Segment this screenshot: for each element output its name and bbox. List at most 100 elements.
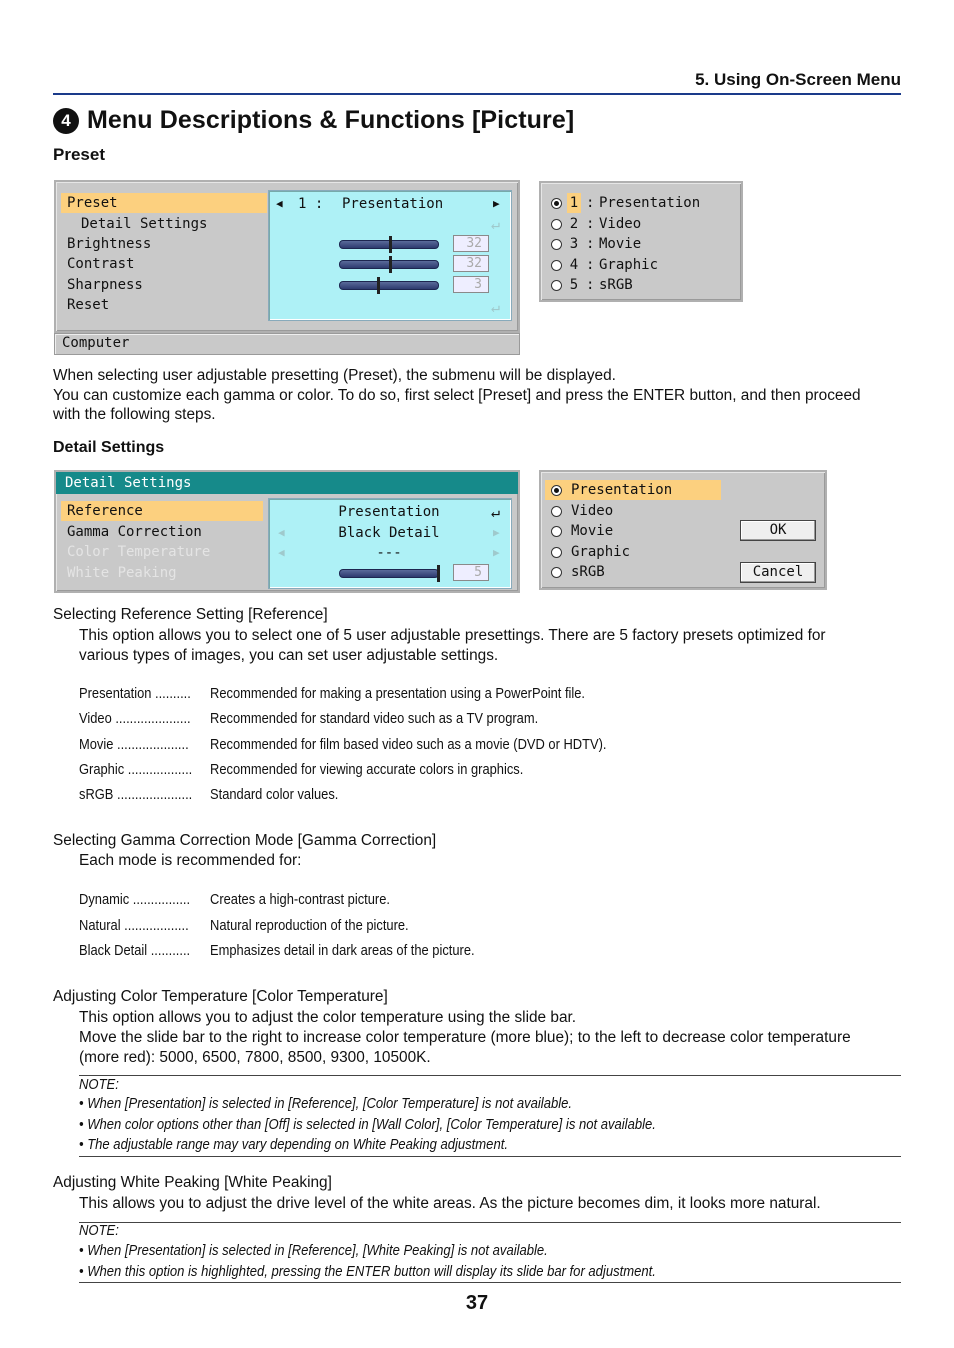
reference-option-label[interactable]: Presentation [571, 480, 672, 500]
reference-option-label[interactable]: sRGB [571, 562, 605, 582]
menu-item-sharpness[interactable]: Sharpness [61, 275, 143, 295]
note-item: • When [Presentation] is selected in [Re… [79, 1095, 572, 1112]
right-arrow-icon[interactable]: ▶ [493, 194, 500, 214]
sharpness-value: 3 [453, 276, 489, 293]
note-rule-bottom [79, 1156, 901, 1157]
radio-button[interactable] [551, 546, 562, 558]
menu-item-contrast[interactable]: Contrast [61, 254, 134, 274]
source-status-bar: Computer [54, 333, 520, 355]
slider-knob[interactable] [389, 236, 392, 253]
separator: : [586, 215, 595, 232]
slider-knob[interactable] [377, 277, 380, 294]
brightness-slider[interactable] [339, 236, 439, 253]
white-peaking-slider[interactable] [339, 565, 440, 582]
menu-item-preset[interactable]: Preset [61, 193, 267, 213]
preset-option-label[interactable]: Presentation [599, 193, 700, 213]
preset-option-label[interactable]: Video [599, 214, 641, 234]
white-peaking-note-label: NOTE: [79, 1222, 119, 1239]
reference-select-dialog: Presentation Video Movie Graphic sRGB OK Can… [539, 470, 827, 590]
definition-description: Recommended for standard video such as a… [210, 710, 539, 728]
preset-number: 4 [569, 256, 579, 273]
reference-option-label[interactable]: Graphic [571, 542, 630, 562]
menu-item-gamma-correction[interactable]: Gamma Correction [61, 522, 202, 542]
preset-para-line-3: with the following steps. [53, 406, 216, 423]
preset-option-label[interactable]: Graphic [599, 255, 658, 275]
enter-icon: ↵ [491, 298, 501, 316]
menu-item-detail-settings[interactable]: Detail Settings [61, 214, 207, 234]
brightness-value: 32 [453, 235, 489, 252]
menu-item-reset[interactable]: Reset [61, 295, 109, 315]
preset-osd-menu: Preset Detail Settings Brightness Contra… [54, 180, 520, 333]
note-item: • When this option is highlighted, press… [79, 1262, 656, 1280]
note-item: • When [Presentation] is selected in [Re… [79, 1242, 548, 1259]
preset-para-line-2: You can customize each gamma or color. T… [53, 387, 861, 404]
radio-button[interactable] [551, 218, 562, 230]
color-temperature-value: --- [376, 545, 402, 561]
title-text: Menu Descriptions & Functions [Picture] [87, 106, 575, 134]
enter-icon: ↵ [491, 215, 501, 233]
radio-button[interactable] [551, 567, 562, 578]
detail-value-panel: Presentation ↵ ◀ Black Detail ▶ ◀ --- ▶ … [268, 498, 512, 589]
detail-settings-title-bar: Detail Settings [56, 472, 518, 494]
cancel-button[interactable]: Cancel [740, 562, 816, 583]
radio-button[interactable] [551, 526, 562, 537]
white-peaking-body: This allows you to adjust the drive leve… [79, 1195, 821, 1212]
definition-term: Presentation .......... [79, 685, 191, 702]
definition-description: Recommended for viewing accurate colors … [210, 760, 524, 778]
right-arrow-icon: ▶ [493, 526, 500, 539]
sharpness-slider[interactable] [339, 277, 439, 294]
detail-settings-heading: Detail Settings [53, 439, 165, 456]
menu-item-brightness[interactable]: Brightness [61, 234, 151, 254]
white-peaking-heading: Adjusting White Peaking [White Peaking] [53, 1174, 332, 1191]
definition-description: Creates a high-contrast picture. [210, 891, 390, 908]
slider-knob[interactable] [389, 256, 392, 273]
separator: : [586, 256, 595, 273]
ok-button[interactable]: OK [740, 520, 816, 541]
definition-description: Emphasizes detail in dark areas of the p… [210, 942, 475, 959]
reference-body-line-1: This option allows you to select one of … [79, 627, 826, 644]
definition-term: Graphic .................. [79, 760, 193, 778]
definition-term: Black Detail ........... [79, 942, 191, 959]
separator: : [586, 195, 595, 211]
reference-option-label[interactable]: Movie [571, 521, 613, 541]
definition-term: Dynamic ................ [79, 891, 191, 908]
gamma-value: Black Detail [338, 525, 440, 541]
preset-number: 1 [567, 193, 581, 213]
reference-option-label[interactable]: Video [571, 501, 613, 521]
enter-icon[interactable]: ↵ [491, 502, 500, 522]
preset-option-label[interactable]: sRGB [599, 275, 633, 295]
preset-option-label[interactable]: Movie [599, 234, 641, 254]
color-temp-body-line-2: Move the slide bar to the right to incre… [79, 1029, 851, 1046]
definition-description: Standard color values. [210, 786, 339, 804]
reference-body-line-2: various types of images, you can set use… [79, 647, 499, 664]
color-temp-heading: Adjusting Color Temperature [Color Tempe… [53, 988, 388, 1005]
color-temp-body-line-3: (more red): 5000, 6500, 7800, 8500, 9300… [79, 1049, 431, 1066]
definition-term: Video ..................... [79, 710, 191, 728]
note-item: • When color options other than [Off] is… [79, 1115, 656, 1133]
slider-knob[interactable] [437, 565, 440, 582]
definition-term: sRGB ..................... [79, 786, 193, 804]
definition-description: Recommended for making a presentation us… [210, 685, 586, 702]
radio-button[interactable] [551, 280, 562, 291]
radio-button[interactable] [551, 485, 562, 496]
contrast-value: 32 [453, 255, 489, 272]
note-rule-bottom [79, 1282, 901, 1283]
radio-button[interactable] [551, 239, 562, 250]
left-arrow-icon[interactable]: ◀ [276, 194, 283, 214]
definition-term: Movie .................... [79, 735, 189, 753]
right-arrow-icon: ▶ [493, 546, 500, 559]
preset-number: 1 : [298, 196, 324, 212]
gamma-body: Each mode is recommended for: [79, 852, 302, 869]
detail-settings-osd-menu: Detail Settings Reference Gamma Correcti… [54, 470, 520, 593]
preset-para-line-1: When selecting user adjustable presettin… [53, 367, 616, 384]
contrast-slider[interactable] [339, 256, 439, 273]
definition-term: Natural .................. [79, 916, 189, 934]
definition-description: Natural reproduction of the picture. [210, 916, 409, 934]
radio-button[interactable] [551, 259, 562, 271]
note-rule-top [79, 1222, 901, 1223]
header-rule [53, 93, 901, 95]
radio-button[interactable] [551, 505, 562, 517]
menu-item-reference[interactable]: Reference [61, 501, 263, 521]
preset-value: Presentation [342, 196, 444, 212]
radio-button[interactable] [551, 198, 562, 209]
